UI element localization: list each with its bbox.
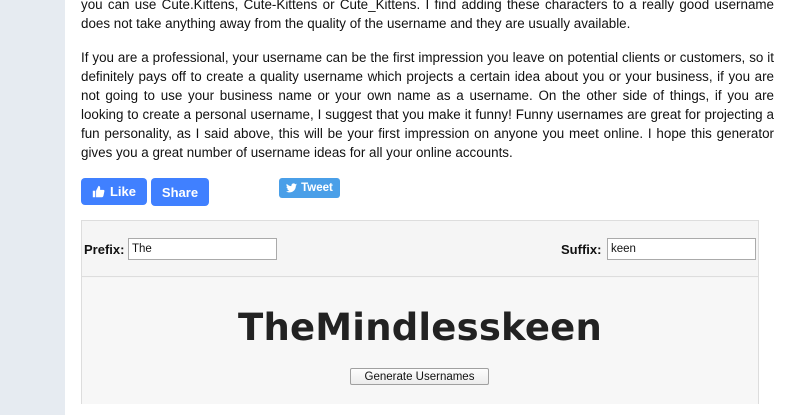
main-content: you can use Cute.Kittens, Cute-Kittens o… xyxy=(65,0,808,415)
facebook-share-button[interactable]: Share xyxy=(151,178,209,206)
twitter-bird-icon xyxy=(286,183,298,193)
suffix-input[interactable] xyxy=(607,238,756,260)
prefix-label: Prefix: xyxy=(84,242,125,257)
generate-usernames-button[interactable]: Generate Usernames xyxy=(350,368,489,385)
tweet-label: Tweet xyxy=(301,182,333,194)
suffix-label: Suffix: xyxy=(561,242,602,257)
prefix-input[interactable] xyxy=(128,238,277,260)
username-generator: Prefix: Suffix: TheMindlesskeen Generate… xyxy=(81,220,759,404)
facebook-like-button[interactable]: Like xyxy=(81,178,147,205)
like-label: Like xyxy=(109,184,136,199)
generated-username: TheMindlesskeen xyxy=(238,306,602,349)
generator-options: Prefix: Suffix: xyxy=(82,221,758,277)
share-label: Share xyxy=(161,184,199,200)
article-paragraph: If you are a professional, your username… xyxy=(81,50,774,160)
article-paragraph: you can use Cute.Kittens, Cute-Kittens o… xyxy=(81,0,774,31)
generator-output: TheMindlesskeen Generate Usernames xyxy=(82,278,758,404)
thumbs-up-icon xyxy=(92,185,105,198)
tweet-button[interactable]: Tweet xyxy=(279,178,340,198)
